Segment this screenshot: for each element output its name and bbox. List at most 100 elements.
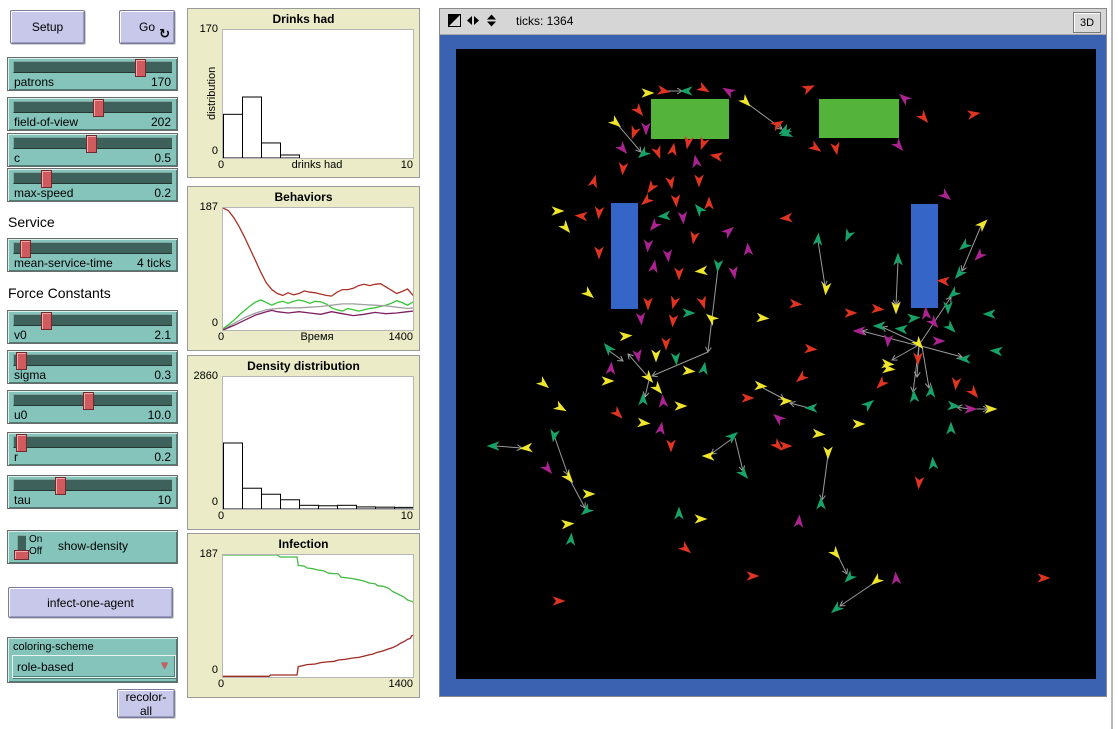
- y-max-label: 187: [188, 548, 218, 560]
- world-view-widget: ticks: 1364 3D: [439, 8, 1107, 697]
- slider-value: 10.0: [148, 408, 171, 422]
- slider-name: sigma: [14, 368, 46, 382]
- slider-value: 2.1: [154, 328, 171, 342]
- y-min-label: 0: [188, 496, 218, 508]
- histogram-bar: [262, 494, 281, 509]
- window-edge: [1111, 0, 1113, 729]
- y-min-label: 0: [188, 145, 218, 157]
- histogram-bar: [300, 505, 319, 509]
- slider-value: 0.2: [154, 186, 171, 200]
- slider-patrons[interactable]: patrons 170: [7, 57, 178, 91]
- slider-channel: [13, 242, 172, 254]
- slider-c[interactable]: c 0.5: [7, 133, 178, 167]
- forever-icon: ↻: [159, 27, 170, 42]
- slider-channel: [13, 61, 172, 73]
- slider-channel: [13, 314, 172, 326]
- go-button-label: Go: [139, 20, 155, 34]
- slider-value: 170: [151, 75, 171, 89]
- infect-one-agent-button[interactable]: infect-one-agent: [8, 587, 173, 618]
- drinks-had-chart: [223, 30, 413, 158]
- service-heading: Service: [8, 214, 55, 230]
- histogram-bar: [281, 155, 300, 158]
- slider-channel: [13, 354, 172, 366]
- coloring-scheme-chooser: coloring-scheme role-based ▼: [7, 637, 178, 683]
- chooser-label: coloring-scheme: [13, 641, 94, 653]
- obstacle-rect: [611, 203, 638, 309]
- 3d-button[interactable]: 3D: [1073, 12, 1101, 33]
- slider-field-of-view[interactable]: field-of-view 202: [7, 97, 178, 131]
- world-background: [456, 49, 1096, 679]
- histogram-bar: [395, 507, 414, 509]
- slider-name: max-speed: [14, 186, 73, 200]
- slider-name: tau: [14, 493, 31, 507]
- series-red: [223, 208, 413, 296]
- plot-title: Drinks had: [188, 12, 419, 26]
- x-max-label: 10: [401, 510, 413, 522]
- switch-on-label: On: [29, 534, 42, 546]
- density-chart: [223, 377, 413, 509]
- series-susceptible: [223, 555, 413, 602]
- recolor-all-label: recolor-all: [124, 690, 168, 718]
- obstacle-rect: [651, 99, 729, 139]
- slider-sigma[interactable]: sigma0.3: [7, 350, 178, 384]
- slider-value: 10: [158, 493, 171, 507]
- behaviors-chart: [223, 208, 413, 330]
- histogram-bar: [319, 506, 338, 509]
- histogram-bar: [376, 507, 395, 509]
- y-max-label: 187: [188, 201, 218, 213]
- slider-name: patrons: [14, 75, 54, 89]
- plot-title: Behaviors: [188, 190, 419, 204]
- histogram-bar: [224, 114, 243, 158]
- slider-channel: [13, 479, 172, 491]
- plot-behaviors: Behaviors 187 0 0 Время 1400: [187, 186, 420, 351]
- chooser-dropdown[interactable]: role-based ▼: [12, 655, 176, 678]
- slider-value: 202: [151, 115, 171, 129]
- x-max-label: 10: [401, 159, 413, 171]
- histogram-bar: [357, 507, 376, 509]
- plot-density-distribution: Density distribution 2860 0 0 10: [187, 355, 420, 530]
- histogram-bar: [338, 505, 357, 509]
- x-min-label: 0: [218, 678, 224, 690]
- slider-value: 4 ticks: [137, 256, 171, 270]
- show-density-switch[interactable]: On Off show-density: [7, 530, 178, 564]
- recolor-all-button[interactable]: recolor-all: [117, 689, 175, 718]
- setup-button-label: Setup: [32, 20, 63, 34]
- histogram-bar: [281, 500, 300, 509]
- slider-r[interactable]: r 0.2: [7, 432, 178, 466]
- slider-tau[interactable]: tau 10: [7, 475, 178, 509]
- switch-handle[interactable]: [14, 550, 29, 560]
- slider-max-speed[interactable]: max-speed 0.2: [7, 168, 178, 202]
- horizontal-arrows-icon: [466, 14, 480, 27]
- slider-value: 0.5: [154, 151, 171, 165]
- plot-infection: Infection 187 0 0 1400: [187, 533, 420, 698]
- switch-off-label: Off: [29, 546, 42, 558]
- plot-drinks-had: Drinks had 170 distribution 0 0 drinks h…: [187, 8, 420, 178]
- slider-channel: [13, 436, 172, 448]
- obstacle-rect: [819, 99, 899, 138]
- slider-u0[interactable]: u010.0: [7, 390, 178, 424]
- world-canvas[interactable]: [456, 49, 1096, 679]
- x-max-label: 1400: [389, 331, 413, 343]
- histogram-bar: [243, 97, 262, 158]
- slider-name: mean-service-time: [14, 256, 113, 270]
- go-button[interactable]: Go ↻: [119, 10, 175, 44]
- view-title-bar: ticks: 1364 3D: [440, 9, 1106, 35]
- y-min-label: 0: [188, 317, 218, 329]
- slider-name: r: [14, 450, 18, 464]
- setup-button[interactable]: Setup: [10, 10, 85, 44]
- infect-one-agent-label: infect-one-agent: [47, 596, 134, 610]
- x-max-label: 1400: [389, 678, 413, 690]
- plot-title: Infection: [188, 537, 419, 551]
- slider-name: v0: [14, 328, 27, 342]
- x-axis-label: drinks had: [222, 159, 412, 171]
- force-constants-heading: Force Constants: [8, 285, 111, 301]
- slider-mean-service-time[interactable]: mean-service-time 4 ticks: [7, 238, 178, 272]
- chevron-down-icon: ▼: [159, 660, 170, 672]
- slider-v0[interactable]: v0 2.1: [7, 310, 178, 344]
- slider-name: c: [14, 151, 20, 165]
- series-infected: [223, 635, 413, 676]
- slider-value: 0.2: [154, 450, 171, 464]
- world-svg: [456, 49, 1096, 679]
- slider-name: field-of-view: [14, 115, 78, 129]
- series-magenta: [223, 310, 413, 330]
